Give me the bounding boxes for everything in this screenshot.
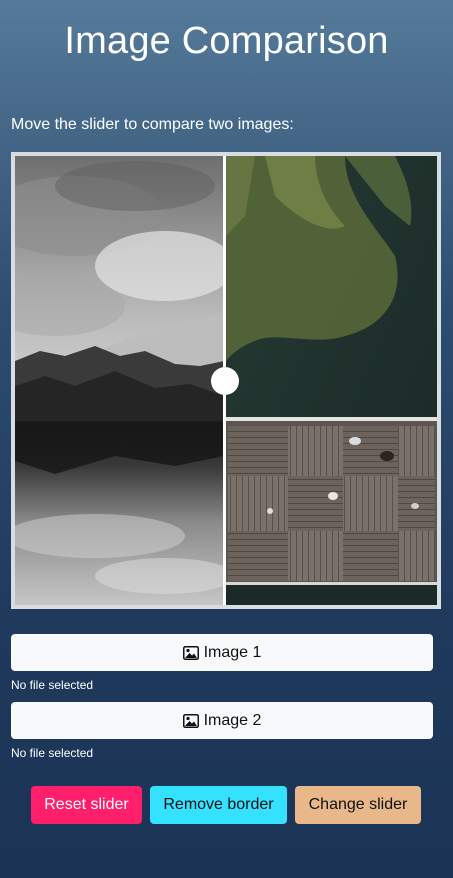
image-2-file-status: No file selected [11,746,94,760]
change-slider-button[interactable]: Change slider [295,786,421,824]
image-1-upload-button[interactable]: Image 1 [11,634,433,671]
comparison-slider-handle[interactable] [211,367,239,395]
image-icon [182,645,199,660]
page-title: Image Comparison [64,20,389,62]
image-comparison-viewport[interactable] [15,156,437,605]
reset-slider-button[interactable]: Reset slider [31,786,142,824]
image-1-upload-label: Image 1 [203,643,262,661]
image-comparison-frame [11,152,441,609]
instructions-text: Move the slider to compare two images: [11,116,294,133]
left-image [15,156,235,605]
image-1-file-status: No file selected [11,678,94,692]
remove-border-button[interactable]: Remove border [150,786,287,824]
image-2-upload-label: Image 2 [203,711,262,729]
image-icon [182,713,199,728]
image-2-upload-button[interactable]: Image 2 [11,702,433,739]
right-image [226,156,437,605]
